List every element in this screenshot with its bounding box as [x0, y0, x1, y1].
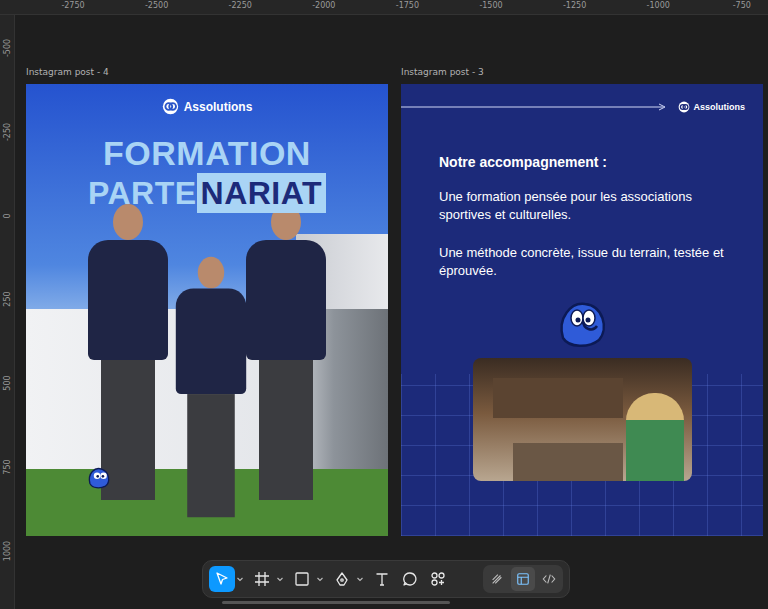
- move-tool[interactable]: [209, 566, 235, 592]
- chevron-down-icon[interactable]: [276, 575, 284, 583]
- design-canvas[interactable]: -2750-2500-2250-2000-1750-1500-1250-1000…: [0, 0, 768, 609]
- actions-tool[interactable]: [425, 566, 451, 592]
- arrow-icon: [401, 103, 667, 111]
- ruler-label: -2500: [145, 1, 168, 10]
- tool-bar: [202, 560, 570, 598]
- chevron-down-icon[interactable]: [356, 575, 364, 583]
- brand-logo: Assolutions: [678, 101, 745, 113]
- headline: FORMATION: [103, 133, 311, 173]
- ruler-label: -2750: [61, 1, 84, 10]
- mascot-icon: [86, 464, 112, 490]
- brand-logo: Assolutions: [162, 98, 253, 115]
- mode-switcher: [483, 565, 563, 593]
- ruler-label: -2000: [312, 1, 335, 10]
- ruler-label: -1500: [479, 1, 502, 10]
- paragraph: Une méthode concrète, issue du terrain, …: [439, 244, 729, 280]
- ruler-label: -750: [733, 1, 751, 10]
- move-icon: [214, 571, 230, 587]
- rectangle-icon: [294, 571, 310, 587]
- ruler-label: -1250: [563, 1, 586, 10]
- ruler-label: 1000: [3, 541, 12, 561]
- dev-icon: [542, 572, 556, 586]
- ruler-label: -2250: [229, 1, 252, 10]
- frame-label[interactable]: Instagram post - 4: [26, 67, 109, 77]
- ruler-label: 500: [3, 376, 12, 391]
- horizontal-scrollbar[interactable]: [222, 601, 450, 604]
- design-icon: [516, 572, 530, 586]
- text-tool[interactable]: [369, 566, 395, 592]
- instagram-frame[interactable]: Assolutions FORMATION PARTENARIAT: [26, 84, 388, 536]
- ruler-label: -1750: [396, 1, 419, 10]
- design-mode-button[interactable]: [511, 567, 535, 591]
- draw-mode-button[interactable]: [485, 567, 509, 591]
- ruler-label: 0: [3, 213, 12, 218]
- rectangle-tool[interactable]: [289, 566, 315, 592]
- mascot-icon: [553, 298, 613, 348]
- heading: Notre accompagnement :: [439, 154, 729, 170]
- cafe-photo: [473, 358, 692, 481]
- frame-icon: [254, 571, 270, 587]
- horizontal-ruler: -2750 -2500 -2250 -2000 -1750 -1500 -1250 -1000…: [0, 0, 768, 15]
- vertical-ruler: -500 -250 0 250 500 750 1000: [0, 15, 15, 609]
- comment-tool[interactable]: [397, 566, 423, 592]
- ruler-label: 250: [3, 292, 12, 307]
- ruler-label: -500: [3, 39, 12, 57]
- frame-tool[interactable]: [249, 566, 275, 592]
- actions-icon: [430, 571, 446, 587]
- comment-icon: [402, 571, 418, 587]
- frame-label[interactable]: Instagram post - 3: [401, 67, 484, 77]
- chevron-down-icon[interactable]: [236, 575, 244, 583]
- chevron-down-icon[interactable]: [316, 575, 324, 583]
- paragraph: Une formation pensée pour les associatio…: [439, 188, 729, 224]
- ruler-label: 750: [3, 459, 12, 474]
- ruler-label: -1000: [647, 1, 670, 10]
- ruler-label: -250: [3, 123, 12, 141]
- headline: PARTENARIAT: [88, 173, 326, 213]
- pen-icon: [334, 571, 350, 587]
- text-icon: [374, 571, 390, 587]
- instagram-frame[interactable]: Assolutions Notre accompagnement : Une f…: [401, 84, 763, 536]
- logo-icon: [162, 98, 179, 115]
- logo-icon: [678, 101, 690, 113]
- draw-icon: [490, 572, 504, 586]
- pen-tool[interactable]: [329, 566, 355, 592]
- dev-mode-button[interactable]: [537, 567, 561, 591]
